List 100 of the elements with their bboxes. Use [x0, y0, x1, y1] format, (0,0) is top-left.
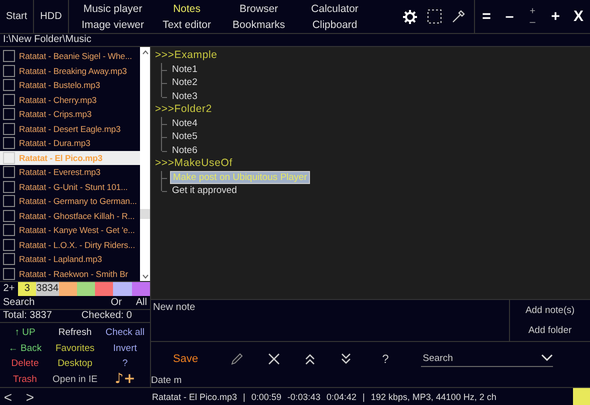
menu-button[interactable]: =: [475, 8, 498, 25]
app-tab[interactable]: Notes: [154, 0, 219, 16]
size-down-button[interactable]: –: [530, 16, 536, 28]
checkbox[interactable]: [3, 152, 15, 164]
checkbox[interactable]: [3, 180, 15, 193]
note-item[interactable]: Note5: [170, 131, 200, 142]
file-row[interactable]: Ratatat - Raekwon - Smith Br: [0, 266, 140, 281]
size-up-button[interactable]: +: [530, 6, 536, 16]
checkbox[interactable]: [3, 166, 15, 178]
note-item[interactable]: Note2: [170, 77, 200, 88]
color-tag[interactable]: [58, 282, 77, 296]
file-row[interactable]: Ratatat - Ghostface Killah - R...: [0, 208, 140, 223]
file-row[interactable]: Ratatat - G-Unit - Stunt 101...: [0, 180, 140, 194]
chevron-down-icon[interactable]: [540, 354, 553, 362]
eyedropper-icon[interactable]: [451, 9, 466, 24]
scrollbar[interactable]: [140, 47, 150, 281]
action-button[interactable]: Open in IE: [50, 372, 100, 387]
settings-icon[interactable]: [402, 8, 418, 24]
color-tag[interactable]: [76, 282, 96, 296]
app-tab[interactable]: Calculator: [298, 0, 371, 16]
action-button[interactable]: Desktop: [50, 356, 100, 372]
checkbox[interactable]: [3, 137, 15, 150]
color-tag[interactable]: 3834: [36, 282, 59, 296]
action-button[interactable]: ♪+: [114, 372, 136, 387]
action-button[interactable]: Delete: [0, 356, 50, 372]
action-button[interactable]: Favorites: [50, 340, 100, 356]
file-row[interactable]: Ratatat - Breaking Away.mp3: [0, 64, 140, 78]
color-tag[interactable]: [132, 282, 150, 296]
checkbox[interactable]: [3, 122, 15, 135]
color-tag[interactable]: [95, 282, 114, 296]
file-row[interactable]: Ratatat - L.O.X. - Dirty Riders...: [0, 238, 140, 252]
double-chevron-down-icon[interactable]: [340, 352, 352, 365]
help-button[interactable]: ?: [382, 352, 389, 366]
tag-level[interactable]: 2+: [0, 282, 18, 296]
action-button[interactable]: Invert: [100, 340, 150, 356]
all-toggle[interactable]: All: [136, 296, 147, 308]
file-row[interactable]: Ratatat - Kanye West - Get 'e...: [0, 223, 140, 238]
checkbox[interactable]: [3, 50, 15, 62]
file-row[interactable]: Ratatat - Beanie Sigel - Whe...: [0, 49, 140, 64]
search-label[interactable]: Search: [3, 296, 97, 308]
action-button[interactable]: ← Back: [0, 340, 50, 356]
file-row[interactable]: Ratatat - Dura.mp3: [0, 136, 140, 150]
checkbox[interactable]: [3, 64, 15, 77]
file-row[interactable]: Ratatat - Lapland.mp3: [0, 252, 140, 266]
checkbox[interactable]: [3, 195, 15, 208]
note-item[interactable]: Note3: [170, 90, 200, 102]
audio-info: 192 kbps, MP3, 44100 Hz, 2 ch: [370, 392, 496, 402]
checkbox[interactable]: [3, 108, 15, 120]
search-field[interactable]: Search: [420, 352, 541, 365]
note-item[interactable]: Note6: [170, 144, 200, 156]
double-chevron-up-icon[interactable]: [304, 352, 316, 365]
add-button[interactable]: Add note(s): [510, 304, 590, 316]
previous-button[interactable]: <: [0, 388, 16, 404]
close-button[interactable]: X: [567, 8, 590, 25]
app-tab[interactable]: Image viewer: [70, 16, 155, 32]
action-button[interactable]: Check all: [100, 325, 150, 340]
app-tab[interactable]: Bookmarks: [218, 16, 299, 32]
file-row[interactable]: Ratatat - Germany to German...: [0, 194, 140, 208]
action-button[interactable]: ↑ UP: [0, 325, 50, 340]
checkbox[interactable]: [3, 253, 15, 266]
color-tag[interactable]: [113, 282, 132, 296]
add-button[interactable]: Add folder: [510, 325, 590, 336]
save-button[interactable]: Save: [173, 352, 198, 365]
close-icon[interactable]: [268, 352, 280, 365]
app-tab[interactable]: Browser: [218, 0, 299, 16]
file-row[interactable]: Ratatat - Cherry.mp3: [0, 92, 140, 107]
next-button[interactable]: >: [22, 388, 38, 404]
checkbox[interactable]: [3, 210, 15, 222]
app-tab[interactable]: Clipboard: [298, 16, 371, 32]
scroll-thumb[interactable]: [140, 209, 150, 219]
note-item[interactable]: Note1: [170, 64, 200, 75]
checkbox[interactable]: [3, 79, 15, 92]
checkbox[interactable]: [3, 268, 15, 280]
file-row[interactable]: Ratatat - Bustelo.mp3: [0, 78, 140, 92]
file-row[interactable]: Ratatat - Crips.mp3: [0, 107, 140, 122]
app-tab[interactable]: Music player: [70, 0, 155, 16]
checkbox[interactable]: [3, 224, 15, 236]
file-row[interactable]: Ratatat - Desert Eagle.mp3: [0, 122, 140, 136]
pencil-icon[interactable]: [230, 352, 244, 366]
nav-button[interactable]: Start: [0, 0, 34, 33]
track-name: Ratatat - El Pico.mp3: [152, 392, 238, 402]
note-item[interactable]: Get it approved: [170, 185, 239, 196]
checkbox[interactable]: [3, 94, 15, 106]
or-toggle[interactable]: Or: [110, 296, 122, 308]
selection-icon[interactable]: [427, 9, 442, 24]
file-row[interactable]: Ratatat - Everest.mp3: [0, 165, 140, 180]
note-folder[interactable]: >>>MakeUseOf: [155, 157, 590, 170]
file-name: Ratatat - Desert Eagle.mp3: [19, 124, 121, 134]
checkbox[interactable]: [3, 238, 15, 251]
nav-button[interactable]: HDD: [34, 0, 69, 33]
action-button[interactable]: ?: [100, 356, 150, 372]
color-tag[interactable]: 3: [18, 282, 36, 296]
maximize-button[interactable]: +: [544, 8, 567, 25]
app-tab[interactable]: Text editor: [154, 16, 219, 32]
note-folder[interactable]: >>>Folder2: [155, 103, 590, 116]
minimize-button[interactable]: –: [498, 8, 521, 25]
note-folder[interactable]: >>>Example: [155, 49, 590, 62]
note-item[interactable]: Note4: [170, 118, 200, 129]
action-button[interactable]: Refresh: [50, 325, 100, 340]
action-button[interactable]: Trash: [0, 372, 50, 387]
